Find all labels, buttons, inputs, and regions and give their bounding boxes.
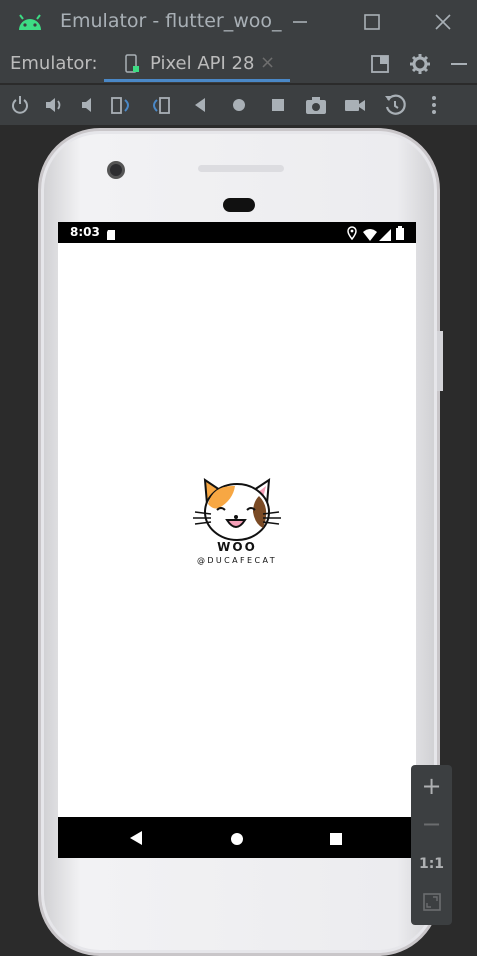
active-tab-indicator — [104, 79, 290, 82]
battery-icon — [396, 225, 404, 244]
nav-home-button[interactable] — [230, 831, 244, 850]
tab-label: Pixel API 28 — [150, 53, 255, 74]
tab-pixel-api-28[interactable]: Pixel API 28 × — [104, 44, 290, 84]
hide-icon[interactable] — [449, 54, 469, 74]
record-icon[interactable] — [343, 93, 367, 117]
signal-icon — [379, 226, 391, 245]
rotate-right-icon[interactable] — [148, 93, 172, 117]
brand-name: WOO — [217, 540, 257, 554]
status-bar: 8:03 — [58, 222, 416, 243]
volume-up-icon[interactable] — [42, 93, 66, 117]
title-bar: Emulator - flutter_woo_ — [0, 0, 477, 44]
back-icon[interactable] — [188, 93, 212, 117]
sd-card-icon — [106, 226, 116, 245]
nav-overview-button[interactable] — [329, 831, 343, 850]
more-icon[interactable] — [422, 93, 446, 117]
status-time: 8:03 — [70, 225, 100, 239]
splash-logo: WOO @DUCAFECAT — [189, 474, 285, 570]
zoom-actual-button[interactable]: 1:1 — [411, 845, 452, 883]
window-title: Emulator - flutter_woo_ — [60, 10, 282, 32]
zoom-out-button[interactable]: − — [411, 805, 452, 843]
navigation-bar — [58, 817, 416, 858]
emulator-toolbar — [0, 85, 477, 125]
nav-back-button[interactable] — [128, 829, 144, 851]
earpiece-speaker — [198, 165, 284, 172]
maximize-icon[interactable] — [357, 8, 387, 36]
emulator-label: Emulator: — [10, 53, 98, 74]
rotate-left-icon[interactable] — [110, 93, 134, 117]
brand-handle: @DUCAFECAT — [196, 556, 278, 565]
gear-icon[interactable] — [409, 53, 431, 75]
front-camera — [107, 161, 125, 179]
home-icon[interactable] — [227, 93, 251, 117]
device-screen[interactable]: 8:03 WOO @DUCAFECAT — [58, 222, 416, 858]
zoom-panel: + − 1:1 — [411, 765, 452, 925]
emulator-tab-bar: Emulator: Pixel API 28 × — [0, 44, 477, 84]
minimize-icon[interactable] — [285, 8, 315, 36]
volume-down-icon[interactable] — [76, 93, 100, 117]
android-icon — [16, 10, 44, 34]
side-button[interactable] — [437, 331, 443, 391]
power-icon[interactable] — [8, 93, 32, 117]
proximity-sensor — [223, 198, 255, 212]
tab-close-icon[interactable]: × — [260, 52, 275, 73]
zoom-fit-icon[interactable] — [411, 883, 452, 921]
zoom-in-button[interactable]: + — [411, 767, 452, 805]
location-icon — [347, 225, 357, 244]
device-icon — [124, 54, 140, 74]
cat-logo-icon — [193, 478, 281, 541]
window-mode-icon[interactable] — [370, 54, 390, 74]
screenshot-icon[interactable] — [304, 93, 328, 117]
snapshot-icon[interactable] — [383, 93, 407, 117]
overview-icon[interactable] — [266, 93, 290, 117]
wifi-icon — [363, 226, 377, 245]
close-icon[interactable] — [428, 8, 458, 36]
